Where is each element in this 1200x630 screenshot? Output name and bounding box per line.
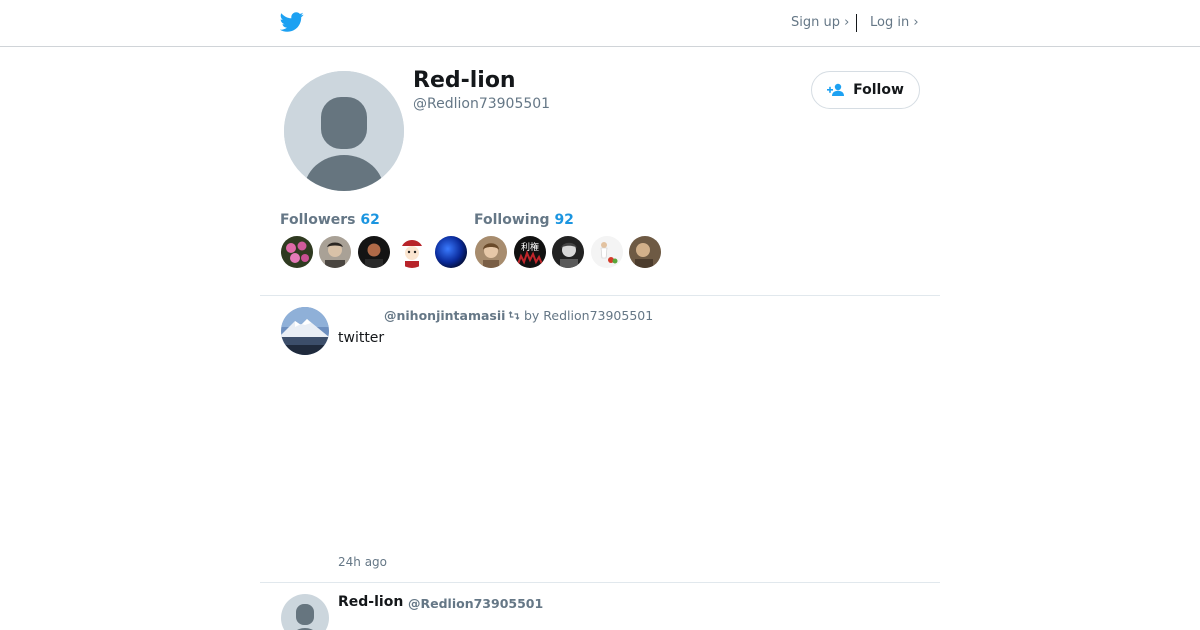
follower-avatar[interactable] bbox=[435, 236, 467, 268]
following-avatar[interactable] bbox=[552, 236, 584, 268]
followers-count: 62 bbox=[360, 212, 380, 228]
retweet-by-text: by Redlion73905501 bbox=[524, 308, 654, 323]
follower-avatar[interactable] bbox=[358, 236, 390, 268]
profile-display-name: Red-lion bbox=[413, 68, 516, 93]
follower-avatar[interactable] bbox=[281, 236, 313, 268]
divider bbox=[260, 582, 940, 583]
tweet-author-handle[interactable]: @Redlion73905501 bbox=[408, 596, 543, 611]
login-link[interactable]: Log in › bbox=[870, 15, 919, 30]
top-bar: Sign up › Log in › bbox=[0, 0, 1200, 47]
add-person-icon bbox=[827, 83, 845, 96]
retweet-icon bbox=[508, 311, 520, 320]
following-stat[interactable]: Following 92 bbox=[474, 212, 574, 228]
retweet-attribution: by Redlion73905501 bbox=[508, 308, 653, 323]
follower-avatar[interactable] bbox=[396, 236, 428, 268]
following-avatar[interactable] bbox=[475, 236, 507, 268]
following-avatar[interactable] bbox=[629, 236, 661, 268]
profile-handle: @Redlion73905501 bbox=[413, 96, 551, 112]
default-avatar-icon bbox=[284, 71, 404, 191]
followers-label: Followers bbox=[280, 212, 356, 228]
followers-stat[interactable]: Followers 62 bbox=[280, 212, 380, 228]
following-count: 92 bbox=[554, 212, 574, 228]
tweet-text: twitter bbox=[338, 330, 385, 346]
follow-button-label: Follow bbox=[853, 82, 904, 98]
follower-avatar[interactable] bbox=[319, 236, 351, 268]
tweet-avatar[interactable] bbox=[281, 594, 329, 630]
retweeted-handle[interactable]: @nihonjintamasii bbox=[384, 308, 505, 323]
default-avatar-icon bbox=[281, 594, 329, 630]
following-avatar[interactable]: 利権 bbox=[514, 236, 546, 268]
bird-logo-icon[interactable] bbox=[280, 10, 304, 34]
signup-link[interactable]: Sign up › bbox=[791, 15, 849, 30]
divider bbox=[260, 295, 940, 296]
nav-divider bbox=[856, 14, 857, 32]
tweet-author-name[interactable]: Red-lion bbox=[338, 594, 403, 610]
profile-avatar[interactable] bbox=[284, 71, 404, 191]
following-avatar[interactable] bbox=[591, 236, 623, 268]
following-label: Following bbox=[474, 212, 550, 228]
follow-button[interactable]: Follow bbox=[811, 71, 920, 109]
tweet-avatar[interactable] bbox=[281, 307, 329, 355]
tweet-timestamp[interactable]: 24h ago bbox=[338, 555, 387, 569]
following-avatar-text: 利権 bbox=[521, 241, 539, 253]
